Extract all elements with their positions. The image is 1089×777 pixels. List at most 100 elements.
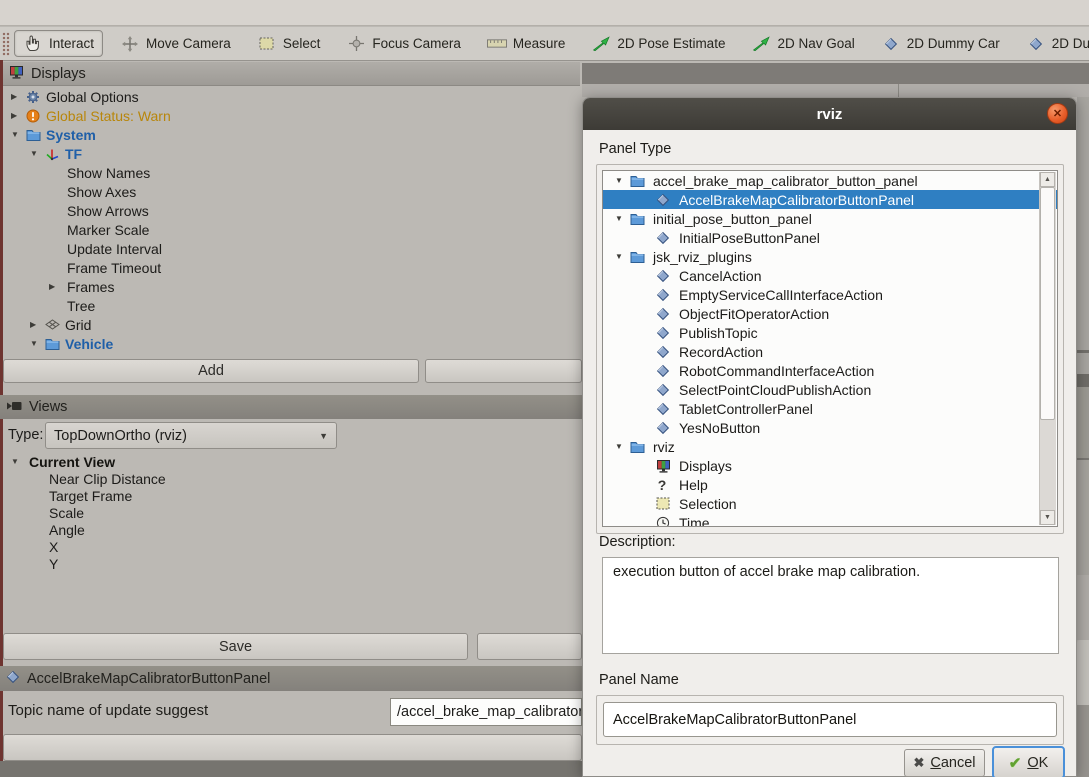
views-secondary-button[interactable] xyxy=(477,633,582,660)
description-text: execution button of accel brake map cali… xyxy=(613,564,920,580)
tree-item[interactable]: ▼ Current View xyxy=(3,453,580,470)
tree-item[interactable]: SelectPointCloudPublishAction xyxy=(603,380,1057,399)
tree-item[interactable]: ▼ initial_pose_button_panel xyxy=(603,209,1057,228)
tree-item[interactable]: AccelBrakeMapCalibratorButtonPanel xyxy=(603,190,1057,209)
add-button[interactable]: Add xyxy=(3,359,419,383)
menu-item[interactable] xyxy=(8,2,32,23)
expander-icon[interactable]: ▶ xyxy=(11,111,26,120)
tree-item[interactable]: ▶ Global Options xyxy=(3,87,580,106)
tree-item[interactable]: Angle xyxy=(3,521,580,538)
tree-item[interactable]: Show Axes xyxy=(3,182,580,201)
expander-icon[interactable]: ▼ xyxy=(11,130,26,139)
tree-item[interactable]: ▶ Frames xyxy=(3,277,580,296)
x-icon: ✖ xyxy=(913,755,924,771)
expander-icon[interactable]: ▼ xyxy=(30,149,45,158)
tree-item[interactable]: TabletControllerPanel xyxy=(603,399,1057,418)
hand-icon xyxy=(23,35,43,52)
tree-item[interactable]: ▼ jsk_rviz_plugins xyxy=(603,247,1057,266)
tree-item[interactable]: Target Frame xyxy=(3,487,580,504)
tree-item[interactable]: Frame Timeout xyxy=(3,258,580,277)
select-icon xyxy=(257,37,277,50)
toolbar-button[interactable]: 2D Dummy Pedestrian xyxy=(1017,31,1089,56)
view-type-dropdown[interactable]: TopDownOrtho (rviz) ▼ xyxy=(45,422,337,449)
right-edge-panel xyxy=(1077,97,1089,350)
tree-item[interactable]: ▶ Grid xyxy=(3,315,580,334)
tree-item[interactable]: RecordAction xyxy=(603,342,1057,361)
tree-item[interactable]: ? Help xyxy=(603,475,1057,494)
tree-item-label: RobotCommandInterfaceAction xyxy=(679,363,874,379)
displays-secondary-button[interactable] xyxy=(425,359,582,383)
toolbar-button[interactable]: Move Camera xyxy=(111,31,240,57)
expander-icon[interactable]: ▼ xyxy=(615,176,630,185)
scroll-down-button[interactable]: ▼ xyxy=(1040,510,1055,525)
displays-panel-header[interactable]: Displays xyxy=(3,62,580,86)
tree-item[interactable]: Time xyxy=(603,513,1057,527)
tree-item-label: Show Names xyxy=(67,165,150,181)
menu-items xyxy=(8,4,80,22)
tree-item[interactable]: Update Interval xyxy=(3,239,580,258)
toolbar-button[interactable]: Select xyxy=(248,31,330,56)
scroll-up-button[interactable]: ▲ xyxy=(1040,172,1055,187)
diamond-icon xyxy=(656,193,676,207)
tree-item[interactable]: ▼ rviz xyxy=(603,437,1057,456)
toolbar-button[interactable]: 2D Dummy Car xyxy=(872,31,1009,56)
toolbar-button[interactable]: 2D Nav Goal xyxy=(742,31,863,56)
toolbar-items: Interact Move Camera Select Focus Camera… xyxy=(14,30,1089,57)
tree-item[interactable]: Y xyxy=(3,555,580,572)
selection-icon xyxy=(656,497,676,510)
cancel-button[interactable]: ✖ Cancel xyxy=(904,749,985,777)
tree-item[interactable]: YesNoButton xyxy=(603,418,1057,437)
toolbar-button[interactable]: 2D Pose Estimate xyxy=(582,31,734,56)
tree-item[interactable]: ▼ Vehicle xyxy=(3,334,580,353)
accel-panel-header[interactable]: AccelBrakeMapCalibratorButtonPanel xyxy=(0,666,582,691)
tree-item[interactable]: Show Arrows xyxy=(3,201,580,220)
tree-item[interactable]: CancelAction xyxy=(603,266,1057,285)
tree-item-label: CancelAction xyxy=(679,268,762,284)
tree-item[interactable]: Near Clip Distance xyxy=(3,470,580,487)
tree-item[interactable]: X xyxy=(3,538,580,555)
expander-icon[interactable]: ▼ xyxy=(30,339,45,348)
tree-item[interactable]: Displays xyxy=(603,456,1057,475)
tree-item-label: Grid xyxy=(65,317,91,333)
menu-item[interactable] xyxy=(56,2,80,23)
tree-item[interactable]: Show Names xyxy=(3,163,580,182)
save-button[interactable]: Save xyxy=(3,633,468,660)
scrollbar[interactable]: ▲ ▼ xyxy=(1039,172,1056,525)
tree-item[interactable]: ▼ System xyxy=(3,125,580,144)
topic-name-input[interactable]: /accel_brake_map_calibrator/output/updat… xyxy=(390,698,582,726)
expander-icon[interactable]: ▼ xyxy=(11,457,26,466)
panel-name-input[interactable]: AccelBrakeMapCalibratorButtonPanel xyxy=(603,702,1057,737)
dialog-titlebar[interactable]: rviz ✕ xyxy=(583,98,1076,130)
views-panel-header[interactable]: Views xyxy=(0,395,582,419)
tree-item[interactable]: Marker Scale xyxy=(3,220,580,239)
right-edge-panel xyxy=(1077,705,1089,777)
toolbar-drag-handle[interactable] xyxy=(2,32,10,56)
close-button[interactable]: ✕ xyxy=(1047,103,1068,124)
tree-item[interactable]: EmptyServiceCallInterfaceAction xyxy=(603,285,1057,304)
tree-item[interactable]: PublishTopic xyxy=(603,323,1057,342)
expander-icon[interactable]: ▼ xyxy=(615,214,630,223)
tree-item-label: Frames xyxy=(67,279,114,295)
tree-item[interactable]: Selection xyxy=(603,494,1057,513)
panel-action-button[interactable] xyxy=(3,734,582,761)
toolbar-button[interactable]: Focus Camera xyxy=(337,31,470,56)
tree-item[interactable]: ▼ accel_brake_map_calibrator_button_pane… xyxy=(603,171,1057,190)
tree-item[interactable]: Tree xyxy=(3,296,580,315)
expander-icon[interactable]: ▶ xyxy=(49,282,64,291)
tree-item[interactable]: RobotCommandInterfaceAction xyxy=(603,361,1057,380)
toolbar-button[interactable]: Interact xyxy=(14,30,103,57)
tree-item[interactable]: Scale xyxy=(3,504,580,521)
topic-name-label: Topic name of update suggest xyxy=(8,702,208,719)
tree-item[interactable]: ▶ Global Status: Warn xyxy=(3,106,580,125)
expander-icon[interactable]: ▶ xyxy=(30,320,45,329)
expander-icon[interactable]: ▼ xyxy=(615,442,630,451)
tree-item[interactable]: ▼ TF xyxy=(3,144,580,163)
ok-button[interactable]: ✔ OK xyxy=(992,746,1065,777)
tree-item[interactable]: ObjectFitOperatorAction xyxy=(603,304,1057,323)
scrollbar-thumb[interactable] xyxy=(1040,187,1055,420)
toolbar-button[interactable]: Measure xyxy=(478,31,575,56)
expander-icon[interactable]: ▶ xyxy=(11,92,26,101)
tree-item[interactable]: InitialPoseButtonPanel xyxy=(603,228,1057,247)
expander-icon[interactable]: ▼ xyxy=(615,252,630,261)
menu-item[interactable] xyxy=(32,2,56,23)
